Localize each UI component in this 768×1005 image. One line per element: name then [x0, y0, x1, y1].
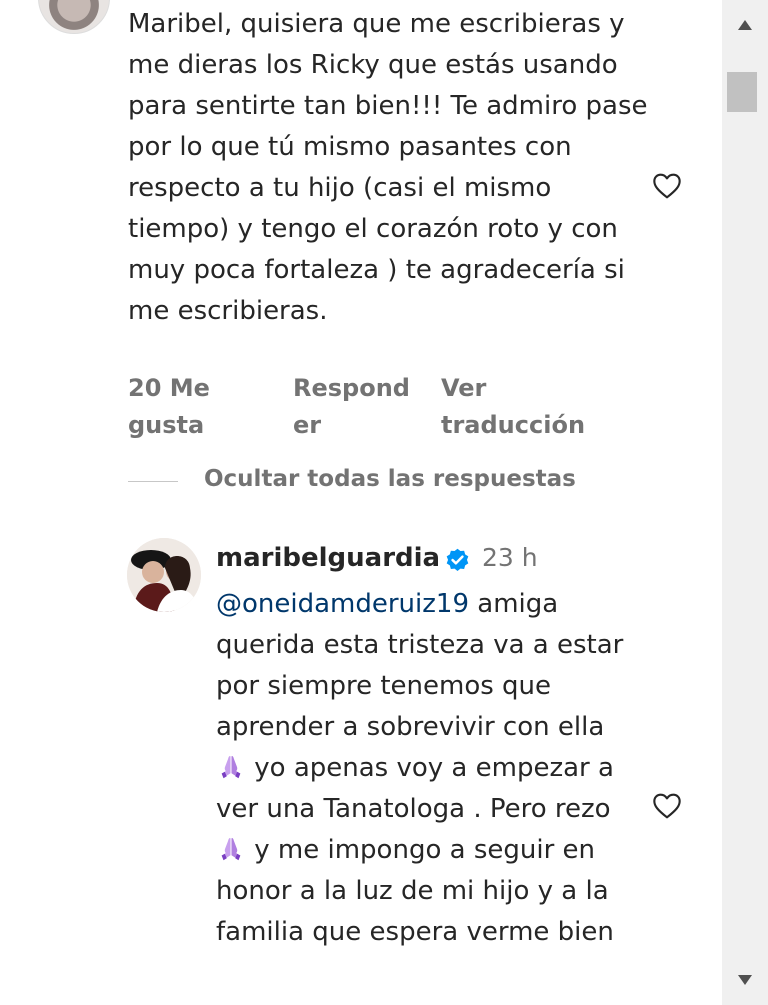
- reply-text: @oneidamderuiz19 amiga querida esta tris…: [216, 584, 636, 953]
- reply-button[interactable]: Respond er: [293, 370, 410, 444]
- scrollbar-thumb[interactable]: [727, 72, 757, 112]
- comments-panel: Maribel, quisiera que me escribieras y m…: [0, 0, 720, 1005]
- like-heart-icon[interactable]: [650, 790, 684, 822]
- reply-username[interactable]: maribelguardia: [216, 543, 440, 573]
- praying-hands-icon: [221, 838, 241, 861]
- commenter-avatar[interactable]: [38, 0, 110, 34]
- arrow-up-icon: [738, 20, 752, 30]
- vertical-scrollbar[interactable]: [722, 0, 768, 1005]
- praying-hands-icon: [221, 756, 241, 779]
- like-heart-icon[interactable]: [650, 170, 684, 202]
- scroll-up-button[interactable]: [722, 0, 768, 50]
- replies-divider: [128, 481, 178, 482]
- arrow-down-icon: [738, 975, 752, 985]
- scroll-down-button[interactable]: [722, 955, 768, 1005]
- reply-text-part2: yo apenas voy a empezar a ver una Tanato…: [216, 753, 614, 824]
- verified-badge-icon: [446, 548, 469, 571]
- like-count[interactable]: 20 Me gusta: [128, 370, 210, 444]
- reply-avatar[interactable]: [127, 538, 201, 612]
- translate-button[interactable]: Ver traducción: [441, 370, 585, 444]
- avatar-photo: [127, 538, 201, 612]
- hide-replies-button[interactable]: Ocultar todas las respuestas: [204, 466, 576, 492]
- comment-text: Maribel, quisiera que me escribieras y m…: [128, 9, 648, 326]
- reply-timestamp: 23 h: [482, 543, 538, 572]
- reply-text-part3: y me impongo a seguir en honor a la luz …: [216, 835, 614, 947]
- mention-link[interactable]: @oneidamderuiz19: [216, 589, 469, 619]
